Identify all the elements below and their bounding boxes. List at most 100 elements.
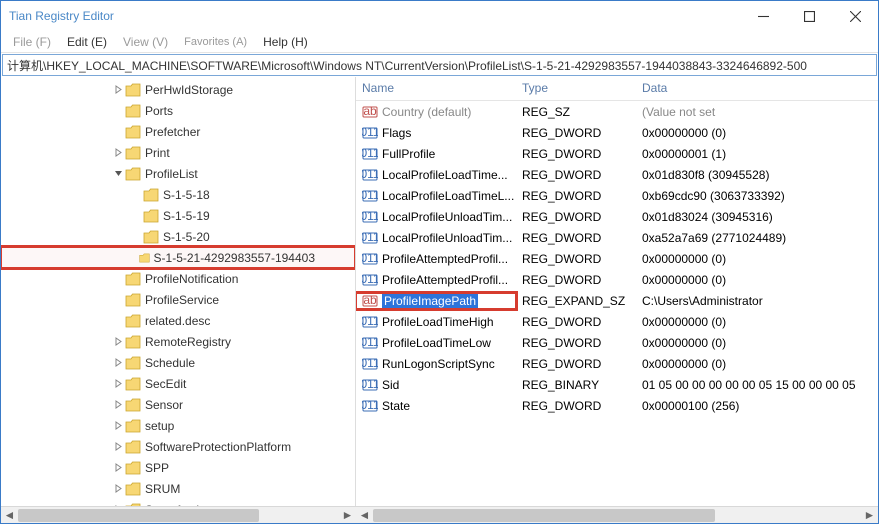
tree-panel[interactable]: PerHwIdStoragePortsPrefetcher Print Profil… <box>1 77 356 506</box>
tree-node[interactable]: SoftwareProtectionPlatform <box>1 436 355 457</box>
value-row[interactable]: 011LocalProfileLoadTimeL...REG_DWORD0xb6… <box>356 185 878 206</box>
tree-node[interactable]: Schedule <box>1 352 355 373</box>
expand-icon[interactable] <box>111 146 125 160</box>
value-name-cell: abCountry (default) <box>356 104 516 120</box>
tree-node[interactable]: Sensor <box>1 394 355 415</box>
tree-node[interactable]: Ports <box>1 100 355 121</box>
expand-icon[interactable] <box>111 377 125 391</box>
expand-icon[interactable] <box>111 461 125 475</box>
value-data-cell: 0x00000000 (0) <box>636 357 878 371</box>
value-row[interactable]: 011RunLogonScriptSyncREG_DWORD0x00000000… <box>356 353 878 374</box>
value-name-cell: 011LocalProfileLoadTime... <box>356 167 516 183</box>
expand-icon[interactable] <box>111 356 125 370</box>
scroll-left-icon[interactable]: ◄ <box>1 507 18 524</box>
expand-icon[interactable] <box>111 482 125 496</box>
tree-node[interactable]: SecEdit <box>1 373 355 394</box>
value-row[interactable]: 011LocalProfileUnloadTim...REG_DWORD0xa5… <box>356 227 878 248</box>
value-row[interactable]: 011LocalProfileLoadTime...REG_DWORD0x01d… <box>356 164 878 185</box>
address-bar[interactable]: 计算机\HKEY_LOCAL_MACHINE\SOFTWARE\Microsof… <box>2 54 877 76</box>
value-row[interactable]: 011SidREG_BINARY01 05 00 00 00 00 00 05 … <box>356 374 878 395</box>
tree-label: S-1-5-21-4292983557-194403 <box>154 251 315 265</box>
tree-node[interactable]: related.desc <box>1 310 355 331</box>
minimize-button[interactable] <box>740 1 786 31</box>
value-row[interactable]: abProfileImagePathREG_EXPAND_SZC:\Users\… <box>356 290 878 311</box>
tree-node[interactable]: S-1-5-18 <box>1 184 355 205</box>
tree-node[interactable]: SPP <box>1 457 355 478</box>
value-name-cell: 011FullProfile <box>356 146 516 162</box>
value-name-cell: 011Flags <box>356 125 516 141</box>
values-panel[interactable]: Name Type Data abCountry (default)REG_SZ… <box>356 77 878 506</box>
tree-label: Superfetch <box>145 503 203 507</box>
tree-node[interactable]: S-1-5-20 <box>1 226 355 247</box>
scroll-right-icon[interactable]: ► <box>339 507 356 524</box>
tree-node[interactable]: Superfetch <box>1 499 355 506</box>
tree-label: S-1-5-18 <box>163 188 210 202</box>
expand-icon[interactable] <box>111 314 125 328</box>
svg-text:011: 011 <box>362 314 378 328</box>
menu-edit[interactable]: Edit (E) <box>61 33 113 51</box>
expand-icon[interactable] <box>111 335 125 349</box>
expand-icon[interactable] <box>111 503 125 507</box>
value-row[interactable]: abCountry (default)REG_SZ(Value not set <box>356 101 878 122</box>
title-bar: Tian Registry Editor <box>1 1 878 31</box>
expand-icon[interactable] <box>111 419 125 433</box>
tree-node[interactable]: S-1-5-19 <box>1 205 355 226</box>
tree-label: Schedule <box>145 356 195 370</box>
tree-node[interactable]: Prefetcher <box>1 121 355 142</box>
tree-node[interactable]: ProfileList <box>1 163 355 184</box>
tree-label: ProfileService <box>145 293 219 307</box>
value-data-cell: 0x00000000 (0) <box>636 315 878 329</box>
tree-node[interactable]: ProfileService <box>1 289 355 310</box>
tree-node[interactable]: Print <box>1 142 355 163</box>
expand-icon[interactable] <box>111 83 125 97</box>
expand-icon[interactable] <box>111 125 125 139</box>
expand-icon[interactable] <box>111 440 125 454</box>
maximize-button[interactable] <box>786 1 832 31</box>
value-data-cell: C:\Users\Administrator <box>636 294 878 308</box>
value-row[interactable]: 011StateREG_DWORD0x00000100 (256) <box>356 395 878 416</box>
value-row[interactable]: 011ProfileAttemptedProfil...REG_DWORD0x0… <box>356 248 878 269</box>
expand-icon[interactable] <box>129 230 143 244</box>
value-row[interactable]: 011ProfileLoadTimeHighREG_DWORD0x0000000… <box>356 311 878 332</box>
tree-label: Print <box>145 146 170 160</box>
menu-help[interactable]: Help (H) <box>257 33 314 51</box>
value-row[interactable]: 011ProfileAttemptedProfil...REG_DWORD0x0… <box>356 269 878 290</box>
svg-text:011: 011 <box>362 398 378 412</box>
close-button[interactable] <box>832 1 878 31</box>
svg-text:011: 011 <box>362 188 378 202</box>
expand-icon[interactable] <box>129 251 139 265</box>
expand-icon[interactable] <box>111 272 125 286</box>
tree-node[interactable]: ProfileNotification <box>1 268 355 289</box>
expand-icon[interactable] <box>129 188 143 202</box>
expand-icon[interactable] <box>111 398 125 412</box>
menu-favorites[interactable]: Favorites (A) <box>178 34 253 50</box>
menu-view[interactable]: View (V) <box>117 33 174 51</box>
col-name[interactable]: Name <box>356 77 516 100</box>
list-hscroll[interactable]: ◄ ► <box>356 506 878 523</box>
value-row[interactable]: 011FullProfileREG_DWORD0x00000001 (1) <box>356 143 878 164</box>
value-type-cell: REG_DWORD <box>516 231 636 245</box>
expand-icon[interactable] <box>111 293 125 307</box>
svg-text:011: 011 <box>362 167 378 181</box>
tree-node[interactable]: SRUM <box>1 478 355 499</box>
value-row[interactable]: 011FlagsREG_DWORD0x00000000 (0) <box>356 122 878 143</box>
scroll-left-icon[interactable]: ◄ <box>356 507 373 524</box>
tree-hscroll[interactable]: ◄ ► <box>1 506 356 523</box>
tree-node[interactable]: PerHwIdStorage <box>1 79 355 100</box>
value-data-cell: 0x00000100 (256) <box>636 399 878 413</box>
tree-node[interactable]: setup <box>1 415 355 436</box>
tree-node[interactable]: S-1-5-21-4292983557-194403 <box>1 247 355 268</box>
col-type[interactable]: Type <box>516 77 636 100</box>
value-row[interactable]: 011ProfileLoadTimeLowREG_DWORD0x00000000… <box>356 332 878 353</box>
value-row[interactable]: 011LocalProfileUnloadTim...REG_DWORD0x01… <box>356 206 878 227</box>
scroll-right-icon[interactable]: ► <box>861 507 878 524</box>
menu-file[interactable]: File (F) <box>7 33 57 51</box>
col-data[interactable]: Data <box>636 77 878 100</box>
tree-node[interactable]: RemoteRegistry <box>1 331 355 352</box>
svg-text:011: 011 <box>362 356 378 370</box>
tree-label: SRUM <box>145 482 180 496</box>
expand-icon[interactable] <box>129 209 143 223</box>
expand-icon[interactable] <box>111 104 125 118</box>
expand-icon[interactable] <box>111 167 125 181</box>
tree-label: ProfileList <box>145 167 198 181</box>
